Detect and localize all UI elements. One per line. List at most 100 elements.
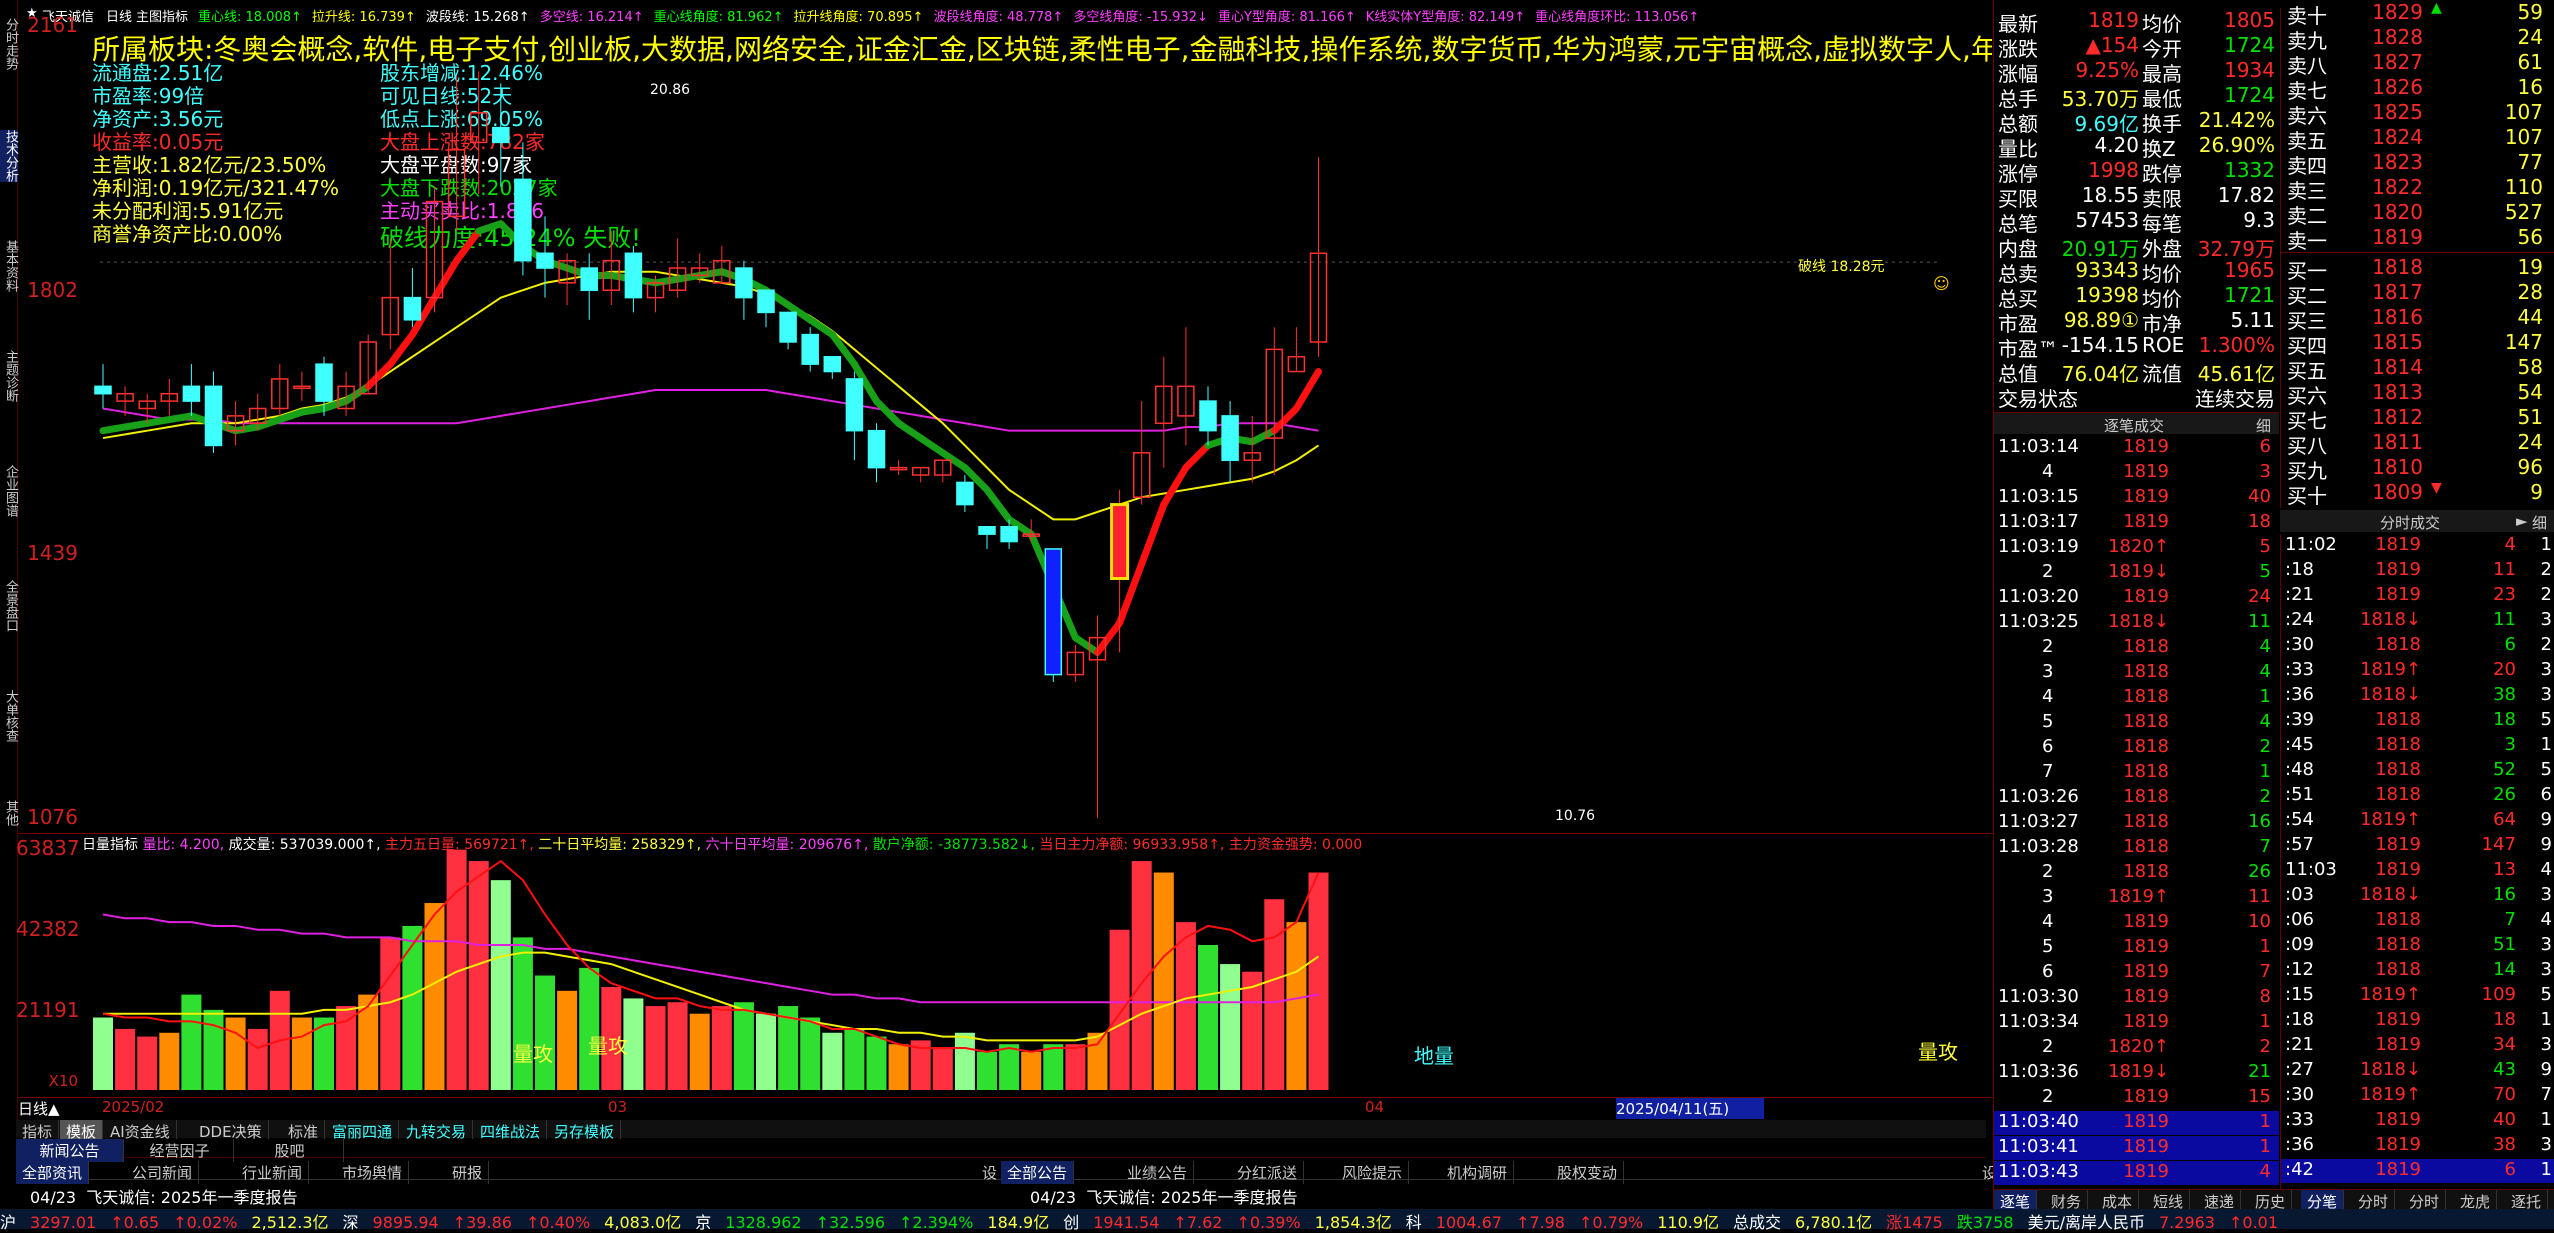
ma-green-line	[1160, 464, 1190, 509]
orderbook-price[interactable]: 1819	[2372, 225, 2423, 249]
candle	[735, 267, 753, 299]
period-indicator[interactable]: 日线▲	[18, 1098, 60, 1119]
status-value: 总成交	[1733, 1213, 1782, 1232]
orderbook-volume: 96	[2517, 455, 2543, 479]
minute-tick-volume: 23	[2493, 584, 2516, 605]
tick-price: 1818	[2123, 736, 2169, 757]
minute-tick-count: 3	[2540, 1034, 2552, 1055]
volume-label: 量攻	[1918, 1040, 1958, 1064]
minute-tick-volume: 64	[2493, 809, 2516, 830]
news-subtab[interactable]: 行业新闻	[236, 1161, 310, 1184]
minute-tick-detail-tab[interactable]: 细	[2532, 512, 2547, 533]
news-subtab[interactable]: 研报	[446, 1161, 490, 1184]
news-subtab[interactable]: 机构调研	[1441, 1161, 1515, 1184]
tick-list: 11:03:14 1819 6 4 1819 3 11:03:15 1819 40 11:03:1…	[1994, 436, 2279, 1186]
news-subtab[interactable]: 市场舆情	[336, 1161, 410, 1184]
candle	[315, 363, 333, 402]
tick-price: 1818	[2123, 661, 2169, 682]
orderbook-price[interactable]: 1820	[2372, 200, 2423, 224]
volume-bar	[733, 1002, 754, 1090]
ma-green-line	[1292, 368, 1322, 412]
minute-tick-count: 3	[2540, 959, 2552, 980]
news-tab[interactable]: 经营因子	[126, 1139, 234, 1162]
orderbook-price[interactable]: 1818	[2372, 255, 2423, 279]
news-subtab[interactable]: 设	[976, 1161, 1005, 1184]
tick-volume: 24	[2248, 586, 2271, 607]
candle	[1221, 415, 1239, 461]
volume-axis-label: 42382	[16, 917, 80, 941]
volume-axis-label: 21191	[16, 998, 80, 1022]
orderbook-price[interactable]: 1814	[2372, 355, 2423, 379]
tick-row: 11:03:17 1819 18	[1994, 511, 2279, 535]
news-tab[interactable]: 新闻公告	[16, 1139, 124, 1162]
tick-price: 1818↓	[2108, 611, 2169, 632]
minute-tick-volume: 14	[2493, 959, 2516, 980]
orderbook-price[interactable]: 1824	[2372, 125, 2423, 149]
status-value: 沪	[0, 1213, 17, 1232]
orderbook-price[interactable]: 1811	[2372, 430, 2423, 454]
status-value: 京	[695, 1213, 712, 1232]
scroll-arrow-icon[interactable]: ►	[2516, 512, 2528, 530]
tick-row: 5 1819 1	[1994, 936, 2279, 960]
quote-cell: 4.20	[2094, 133, 2139, 157]
quote-cell: 1721	[2224, 283, 2275, 307]
orderbook-price[interactable]: 1829	[2372, 0, 2423, 24]
minute-tick-row: :36 1819 38 3	[2281, 1134, 2554, 1158]
tick-row: 11:03:15 1819 40	[1994, 486, 2279, 510]
minute-tick-volume: 38	[2493, 1134, 2516, 1155]
orderbook-price[interactable]: 1812	[2372, 405, 2423, 429]
tick-volume: 15	[2248, 1086, 2271, 1107]
status-value: ↑0.02%	[173, 1213, 238, 1232]
news-subtab[interactable]: 股权变动	[1551, 1161, 1625, 1184]
status-value: 3297.01	[30, 1213, 97, 1232]
news-item[interactable]: 04/23 飞天诚信: 2025年一季度报告	[1030, 1184, 1297, 1208]
status-value: 7.2963	[2159, 1213, 2215, 1232]
news-subtab[interactable]: 公司新闻	[126, 1161, 200, 1184]
tick-time: 6	[2042, 736, 2054, 757]
news-subtab[interactable]: 全部公告	[1001, 1161, 1075, 1184]
minute-tick-price: 1818	[2375, 734, 2421, 755]
status-value: 9895.94	[372, 1213, 439, 1232]
orderbook-price[interactable]: 1813	[2372, 380, 2423, 404]
orderbook-price[interactable]: 1816	[2372, 305, 2423, 329]
orderbook-price[interactable]: 1826	[2372, 75, 2423, 99]
quote-bottom-tabs: 逐笔 财务 成本 短线 速递 历史 分笔 分时 分时 龙虎 逐托	[1994, 1189, 2554, 1213]
orderbook-price[interactable]: 1809	[2372, 480, 2423, 504]
orderbook-volume: 9	[2530, 480, 2543, 504]
minute-tick-time: 11:02	[2285, 534, 2337, 555]
arrow-down-icon: ▼	[2431, 480, 2442, 496]
ma-yellow-line	[102, 270, 1320, 521]
news-item[interactable]: 04/23 飞天诚信: 2025年一季度报告	[30, 1184, 297, 1208]
tick-row: 7 1818 1	[1994, 761, 2279, 785]
minute-tick-row: :48 1818 52 5	[2281, 759, 2554, 783]
orderbook-price[interactable]: 1828	[2372, 25, 2423, 49]
minute-tick-price: 1819	[2375, 859, 2421, 880]
orderbook-price[interactable]: 1815	[2372, 330, 2423, 354]
news-subtab[interactable]: 分红派送	[1231, 1161, 1305, 1184]
minute-tick-count: 3	[2540, 1134, 2552, 1155]
orderbook-price[interactable]: 1817	[2372, 280, 2423, 304]
news-subtab[interactable]: 全部资讯	[16, 1161, 90, 1184]
candlestick-chart[interactable]	[0, 0, 1993, 1120]
minute-tick-count: 9	[2540, 1059, 2552, 1080]
orderbook-price[interactable]: 1822	[2372, 175, 2423, 199]
orderbook-price[interactable]: 1827	[2372, 50, 2423, 74]
candle	[580, 267, 598, 291]
minute-tick-time: :12	[2285, 959, 2314, 980]
minute-tick-row: :30 1818 6 2	[2281, 634, 2554, 658]
tick-detail-tab[interactable]: 细	[2256, 415, 2271, 436]
tick-volume: 1	[2259, 761, 2271, 782]
minute-tick-price: 1819	[2375, 1009, 2421, 1030]
status-value: ↑0.39%	[1236, 1213, 1301, 1232]
news-subtab[interactable]: 业绩公告	[1121, 1161, 1195, 1184]
news-subtab[interactable]: 风险提示	[1336, 1161, 1410, 1184]
orderbook-price[interactable]: 1825	[2372, 100, 2423, 124]
volume-bar	[1065, 1044, 1086, 1090]
minute-tick-row: :09 1818 51 3	[2281, 934, 2554, 958]
volume-bar	[689, 1013, 710, 1090]
news-tab[interactable]: 股吧	[236, 1139, 344, 1162]
tick-row: 11:03:30 1819 8	[1994, 986, 2279, 1010]
orderbook-price[interactable]: 1810	[2372, 455, 2423, 479]
orderbook-price[interactable]: 1823	[2372, 150, 2423, 174]
quote-cell: 98.89①	[2063, 308, 2139, 332]
